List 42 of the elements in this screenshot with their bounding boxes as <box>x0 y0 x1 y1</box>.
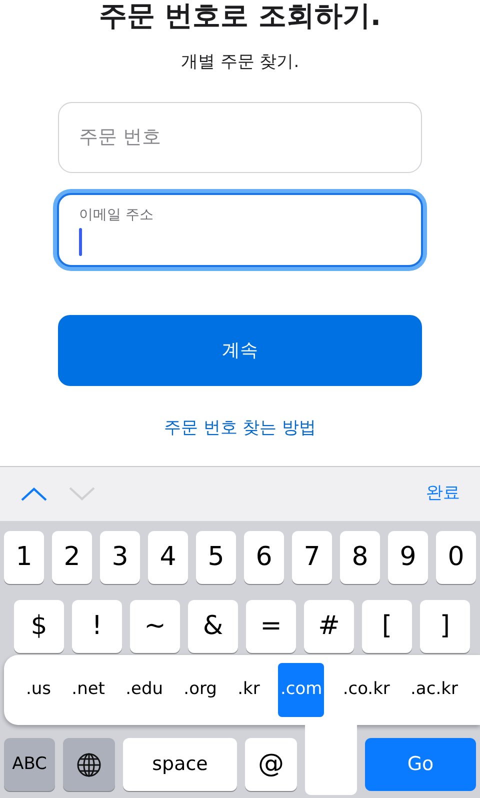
domain-option[interactable]: .co.kr <box>340 663 392 717</box>
keyboard-key[interactable]: 1 <box>4 531 44 584</box>
page-title: 주문 번호로 조회하기. <box>98 2 382 30</box>
keyboard-key[interactable]: [ <box>362 600 412 653</box>
keyboard-key[interactable]: & <box>188 600 238 653</box>
keyboard-key[interactable]: ! <box>72 600 122 653</box>
help-link[interactable]: 주문 번호 찾는 방법 <box>164 416 316 441</box>
keyboard-key[interactable]: @ <box>245 738 297 791</box>
text-cursor <box>79 228 82 256</box>
domain-option[interactable]: .com <box>278 663 324 717</box>
field-label: 이메일 주소 <box>79 206 154 224</box>
previous-field-icon[interactable] <box>20 486 48 502</box>
globe-icon <box>76 752 102 778</box>
keyboard-key[interactable]: 7 <box>292 531 332 584</box>
domain-option[interactable]: .net <box>70 663 107 717</box>
continue-button[interactable]: 계속 <box>58 314 422 386</box>
done-button[interactable]: 완료 <box>426 481 460 507</box>
space-key[interactable]: space <box>123 738 237 791</box>
domain-option[interactable]: .kr <box>236 663 262 717</box>
domain-option[interactable]: .ac.kr <box>408 663 460 717</box>
abc-key[interactable]: ABC <box>4 738 55 791</box>
page-subtitle: 개별 주문 찾기. <box>180 51 300 74</box>
globe-key[interactable] <box>63 738 115 791</box>
keyboard-key[interactable]: $ <box>14 600 64 653</box>
order-number-field[interactable]: 주문 번호 <box>58 102 422 172</box>
keyboard-key[interactable]: ] <box>420 600 470 653</box>
keyboard-key[interactable]: 8 <box>340 531 380 584</box>
keyboard-key[interactable]: ~ <box>130 600 180 653</box>
keyboard-key[interactable]: 9 <box>388 531 428 584</box>
keyboard-key[interactable]: 3 <box>100 531 140 584</box>
keyboard-key[interactable]: 4 <box>148 531 188 584</box>
keyboard-key[interactable]: 5 <box>196 531 236 584</box>
domain-option[interactable]: .org <box>182 663 219 717</box>
next-field-icon[interactable] <box>68 486 96 502</box>
keyboard-key[interactable]: # <box>304 600 354 653</box>
keyboard-key[interactable]: 2 <box>52 531 92 584</box>
domain-option[interactable]: .edu <box>124 663 166 717</box>
keyboard-key[interactable]: 6 <box>244 531 284 584</box>
domain-option[interactable]: .us <box>24 663 54 717</box>
keyboard-key[interactable]: = <box>246 600 296 653</box>
go-key[interactable]: Go <box>365 738 476 791</box>
keyboard-key[interactable]: 0 <box>436 531 476 584</box>
